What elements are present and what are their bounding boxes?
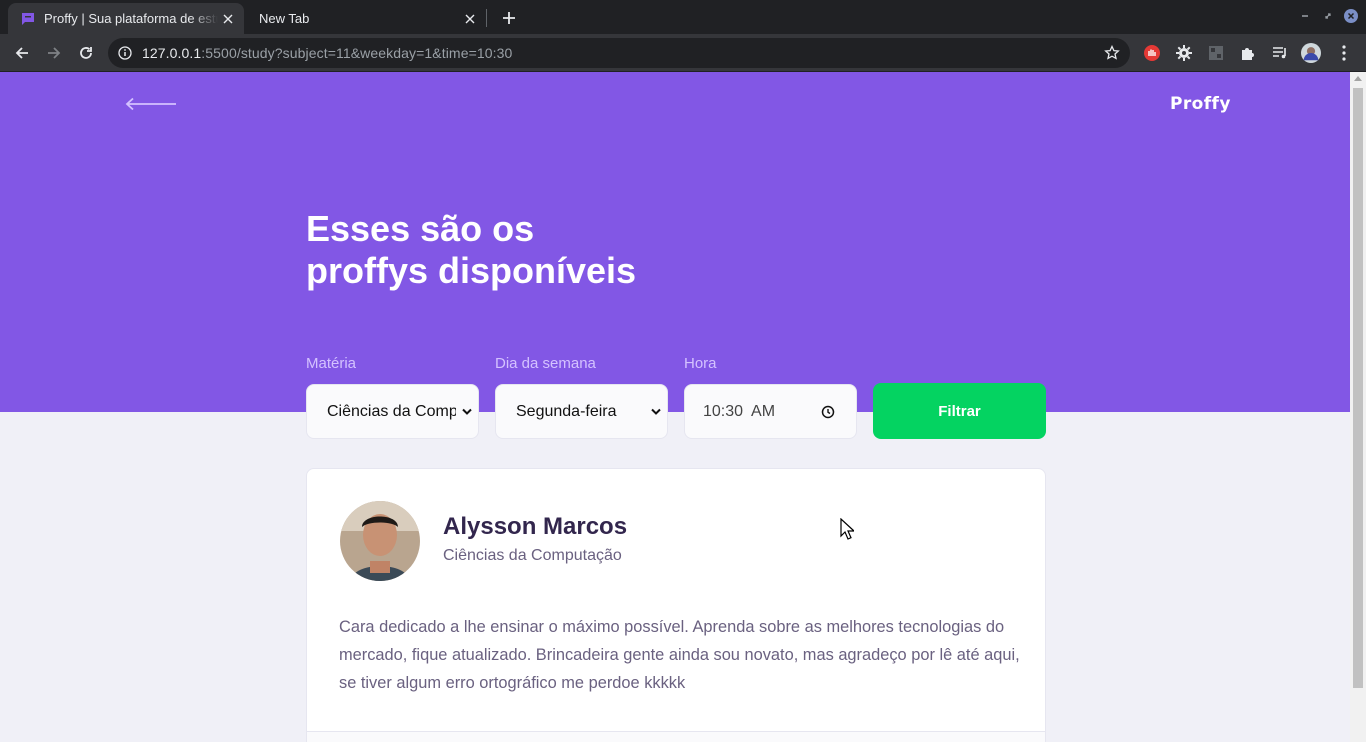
more-menu-icon[interactable] <box>1334 43 1354 63</box>
profile-avatar-icon[interactable] <box>1301 43 1321 63</box>
teacher-card: Alysson Marcos Ciências da Computação Ca… <box>306 468 1046 742</box>
teacher-bio: Cara dedicado a lhe ensinar o máximo pos… <box>339 618 1020 692</box>
time-input[interactable]: 10:30 AM <box>684 384 857 439</box>
scroll-thumb[interactable] <box>1353 88 1363 688</box>
close-window-icon <box>1344 9 1358 23</box>
close-window-button[interactable] <box>1343 8 1359 24</box>
new-tab-button[interactable] <box>498 7 520 29</box>
card-footer <box>307 732 1045 742</box>
subject-label: Matéria <box>306 355 357 372</box>
media-queue-icon[interactable] <box>1270 43 1290 63</box>
chat-bubble-icon <box>20 11 36 27</box>
chevron-down-icon <box>645 408 667 416</box>
adblock-extension-icon[interactable] <box>1142 43 1162 63</box>
close-icon[interactable] <box>460 9 480 29</box>
arrow-left-icon <box>15 47 28 59</box>
filter-button[interactable]: Filtrar <box>873 383 1046 439</box>
logo: Proffy <box>1170 94 1231 114</box>
browser-tab-strip: Proffy | Sua plataforma de estudos onlin… <box>0 0 1366 34</box>
mouse-cursor-icon <box>840 518 854 540</box>
weekday-select-value: Segunda-feira <box>516 402 617 420</box>
teacher-subject: Ciências da Computação <box>443 547 622 564</box>
close-icon[interactable] <box>218 9 238 29</box>
minimize-button[interactable] <box>1297 8 1313 24</box>
restore-button[interactable] <box>1320 8 1336 24</box>
tab-title: New Tab <box>259 11 310 26</box>
puzzle-icon[interactable] <box>1238 43 1258 63</box>
tab-new-tab[interactable]: New Tab <box>246 3 486 34</box>
browser-toolbar: 127.0.0.1:5500/study?subject=11&weekday=… <box>0 34 1366 72</box>
back-arrow-icon[interactable] <box>124 96 178 112</box>
reload-button[interactable] <box>74 41 98 65</box>
tab-title: Proffy | Sua plataforma de estudos onlin… <box>44 11 218 26</box>
grid-extension-icon[interactable] <box>1206 43 1226 63</box>
subject-select[interactable]: Ciências da Computação <box>306 384 479 439</box>
plus-icon <box>503 12 515 24</box>
chevron-down-icon <box>456 408 478 416</box>
star-icon[interactable] <box>1104 45 1120 61</box>
weekday-select[interactable]: Segunda-feira <box>495 384 668 439</box>
clock-icon[interactable] <box>820 404 836 420</box>
tab-proffy[interactable]: Proffy | Sua plataforma de estudos onlin… <box>8 3 244 34</box>
scrollbar[interactable] <box>1350 72 1366 742</box>
weekday-label: Dia da semana <box>495 355 596 372</box>
subject-select-value: Ciências da Computação <box>327 402 456 420</box>
restore-icon <box>1325 13 1331 19</box>
time-label: Hora <box>684 355 717 372</box>
avatar <box>340 501 420 581</box>
info-icon[interactable] <box>108 46 142 60</box>
address-bar[interactable]: 127.0.0.1:5500/study?subject=11&weekday=… <box>108 38 1130 68</box>
page-title: Esses são os proffys disponíveis <box>306 208 637 291</box>
back-button[interactable] <box>10 41 34 65</box>
forward-button[interactable] <box>42 41 66 65</box>
tab-separator <box>486 9 487 27</box>
url-text: 127.0.0.1:5500/study?subject=11&weekday=… <box>142 45 513 61</box>
time-input-value: 10:30 AM <box>703 402 776 420</box>
reload-icon <box>80 47 92 59</box>
scroll-up-icon[interactable] <box>1354 76 1362 81</box>
page-header: Proffy Esses são os proffys disponíveis … <box>0 72 1350 412</box>
study-page: Proffy Esses são os proffys disponíveis … <box>0 72 1350 742</box>
minimize-icon <box>1302 15 1308 17</box>
gear-extension-icon[interactable] <box>1174 43 1194 63</box>
teacher-name: Alysson Marcos <box>443 513 628 540</box>
arrow-right-icon <box>48 47 61 59</box>
